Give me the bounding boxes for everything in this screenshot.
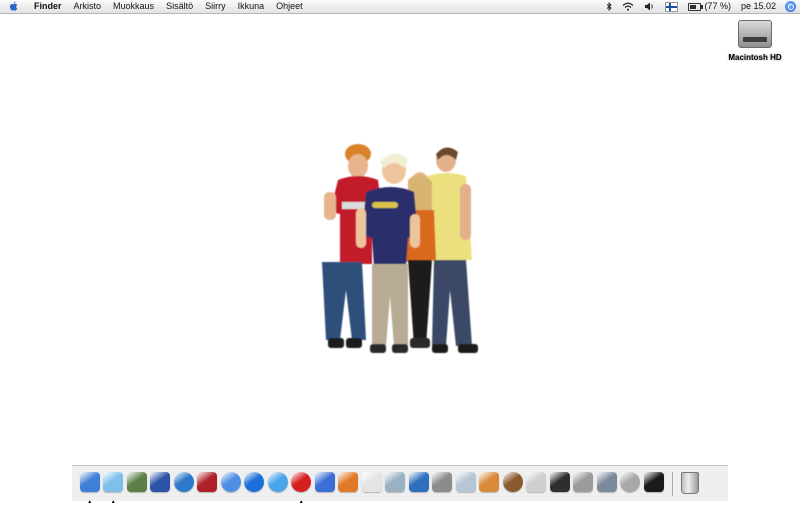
dvd-player-icon	[197, 472, 218, 492]
dock-item-msn-messenger[interactable]	[266, 472, 290, 496]
battery-status[interactable]: (77 %)	[683, 0, 736, 13]
dock-item-finder[interactable]	[78, 472, 102, 496]
input-menu-finnish-flag-icon[interactable]	[660, 0, 683, 13]
dock-item-script-editor[interactable]	[525, 472, 549, 496]
desktop-disk[interactable]: Macintosh HD	[719, 20, 791, 62]
dock-item-image-capture[interactable]	[431, 472, 455, 496]
dock-separator	[671, 472, 673, 496]
safari-icon	[220, 472, 241, 492]
coconut-battery-icon	[502, 472, 523, 492]
quicktime-icon	[244, 472, 265, 492]
spotlight-icon[interactable]	[785, 1, 796, 12]
dock-item-applications[interactable]	[384, 472, 408, 496]
script-editor-icon	[526, 472, 547, 492]
dock-item-word[interactable]	[313, 472, 337, 496]
trash-icon	[680, 472, 699, 494]
bluetooth-icon[interactable]	[601, 0, 617, 13]
volume-icon[interactable]	[639, 0, 660, 13]
color-sync-icon	[479, 472, 500, 492]
apple-logo-icon	[10, 1, 18, 11]
airport-icon	[455, 472, 476, 492]
printer-setup-icon	[596, 472, 617, 492]
textedit-icon	[361, 472, 382, 492]
menu-arkisto[interactable]: Arkisto	[68, 0, 108, 13]
finder-icon	[79, 472, 100, 492]
dock	[72, 465, 728, 501]
dock-item-safari[interactable]	[219, 472, 243, 496]
dock-item-opera[interactable]	[290, 472, 314, 496]
wifi-icon[interactable]	[617, 0, 639, 13]
hard-drive-icon	[738, 20, 772, 48]
iphoto-icon	[126, 472, 147, 492]
dock-item-coconut-battery[interactable]	[501, 472, 525, 496]
dock-item-trash[interactable]	[679, 472, 701, 496]
menu-ikkuna[interactable]: Ikkuna	[232, 0, 271, 13]
msn-messenger-icon	[267, 472, 288, 492]
menu-bar: Finder Arkisto Muokkaus Sisältö Siirry I…	[0, 0, 800, 14]
activity-monitor-icon	[549, 472, 570, 492]
battery-icon	[688, 2, 704, 11]
battery-percent: (77 %)	[704, 1, 731, 11]
wallpaper-photo	[300, 140, 500, 362]
app-menu-finder[interactable]: Finder	[28, 0, 68, 13]
dock-item-disk-utility[interactable]	[619, 472, 643, 496]
dock-item-iphoto[interactable]	[125, 472, 149, 496]
dock-item-system-profiler[interactable]	[407, 472, 431, 496]
dock-item-printer-setup[interactable]	[595, 472, 619, 496]
idvd-icon	[173, 472, 194, 492]
dock-item-dvd-player[interactable]	[196, 472, 220, 496]
system-profiler-icon	[408, 472, 429, 492]
menu-sisalto[interactable]: Sisältö	[160, 0, 199, 13]
menu-ohjeet[interactable]: Ohjeet	[270, 0, 309, 13]
dock-item-imovie[interactable]	[149, 472, 173, 496]
dock-item-idvd[interactable]	[172, 472, 196, 496]
dock-item-terminal[interactable]	[642, 472, 666, 496]
menu-siirry[interactable]: Siirry	[199, 0, 232, 13]
disk-utility-icon	[620, 472, 641, 492]
terminal-icon	[643, 472, 664, 492]
system-preferences-icon	[573, 472, 594, 492]
applications-icon	[385, 472, 406, 492]
dock-item-activity-monitor[interactable]	[548, 472, 572, 496]
disk-label: Macintosh HD	[728, 53, 782, 62]
itunes-icon	[103, 472, 124, 492]
dock-item-system-preferences[interactable]	[572, 472, 596, 496]
imovie-icon	[150, 472, 171, 492]
opera-icon	[291, 472, 312, 492]
menu-clock[interactable]: pe 15.02	[736, 0, 781, 13]
powerpoint-icon	[338, 472, 359, 492]
dock-item-textedit[interactable]	[360, 472, 384, 496]
dock-item-color-sync[interactable]	[478, 472, 502, 496]
menu-muokkaus[interactable]: Muokkaus	[107, 0, 160, 13]
image-capture-icon	[432, 472, 453, 492]
word-icon	[314, 472, 335, 492]
dock-item-airport[interactable]	[454, 472, 478, 496]
dock-item-powerpoint[interactable]	[337, 472, 361, 496]
dock-item-itunes[interactable]	[102, 472, 126, 496]
apple-menu-icon[interactable]	[0, 0, 28, 13]
dock-item-quicktime[interactable]	[243, 472, 267, 496]
